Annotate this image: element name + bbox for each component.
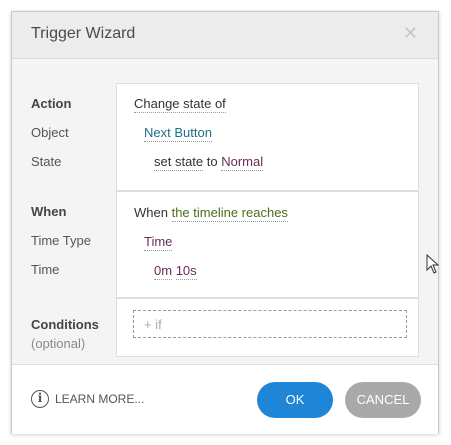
dialog-title: Trigger Wizard — [31, 25, 136, 42]
time-value: 0m 10s — [154, 263, 197, 280]
trigger-wizard-dialog: Trigger Wizard ✕ Action Object State Cha… — [11, 11, 439, 434]
state-row: set state to Normal — [154, 154, 264, 171]
action-select[interactable]: Change state of — [134, 96, 226, 113]
learn-more-label: LEARN MORE... — [55, 392, 145, 406]
object-select[interactable]: Next Button — [144, 125, 212, 142]
cancel-button[interactable]: CANCEL — [345, 382, 421, 418]
dialog-footer: i LEARN MORE... OK CANCEL — [12, 364, 438, 434]
action-label: Action — [31, 96, 72, 111]
info-icon: i — [31, 390, 49, 408]
state-to: to — [206, 154, 218, 169]
when-panel: When the timeline reaches Time 0m 10s — [116, 191, 419, 298]
mouse-pointer-icon — [426, 254, 440, 274]
state-select[interactable]: Normal — [221, 154, 264, 171]
add-condition-input[interactable]: + if — [133, 310, 407, 338]
when-label: When — [31, 204, 67, 219]
dialog-body: Action Object State Change state of Next… — [12, 59, 438, 364]
object-label: Object — [31, 125, 69, 140]
time-seconds[interactable]: 10s — [175, 263, 197, 280]
time-minutes[interactable]: 0m — [154, 263, 173, 280]
state-label: State — [31, 154, 62, 169]
time-type-label: Time Type — [31, 233, 91, 248]
time-type-select[interactable]: Time — [144, 234, 173, 251]
state-prefix[interactable]: set state — [154, 154, 204, 171]
when-select[interactable]: the timeline reaches — [171, 205, 288, 222]
ok-button[interactable]: OK — [257, 382, 333, 418]
when-row: When the timeline reaches — [134, 205, 288, 222]
when-prefix: When — [134, 205, 168, 220]
conditions-sublabel: (optional) — [31, 336, 86, 351]
close-icon[interactable]: ✕ — [403, 23, 418, 43]
time-label: Time — [31, 262, 60, 277]
conditions-label: Conditions — [31, 317, 99, 332]
action-panel: Change state of Next Button set state to… — [116, 83, 419, 191]
learn-more-link[interactable]: i LEARN MORE... — [31, 390, 144, 408]
dialog-header: Trigger Wizard ✕ — [12, 12, 438, 59]
